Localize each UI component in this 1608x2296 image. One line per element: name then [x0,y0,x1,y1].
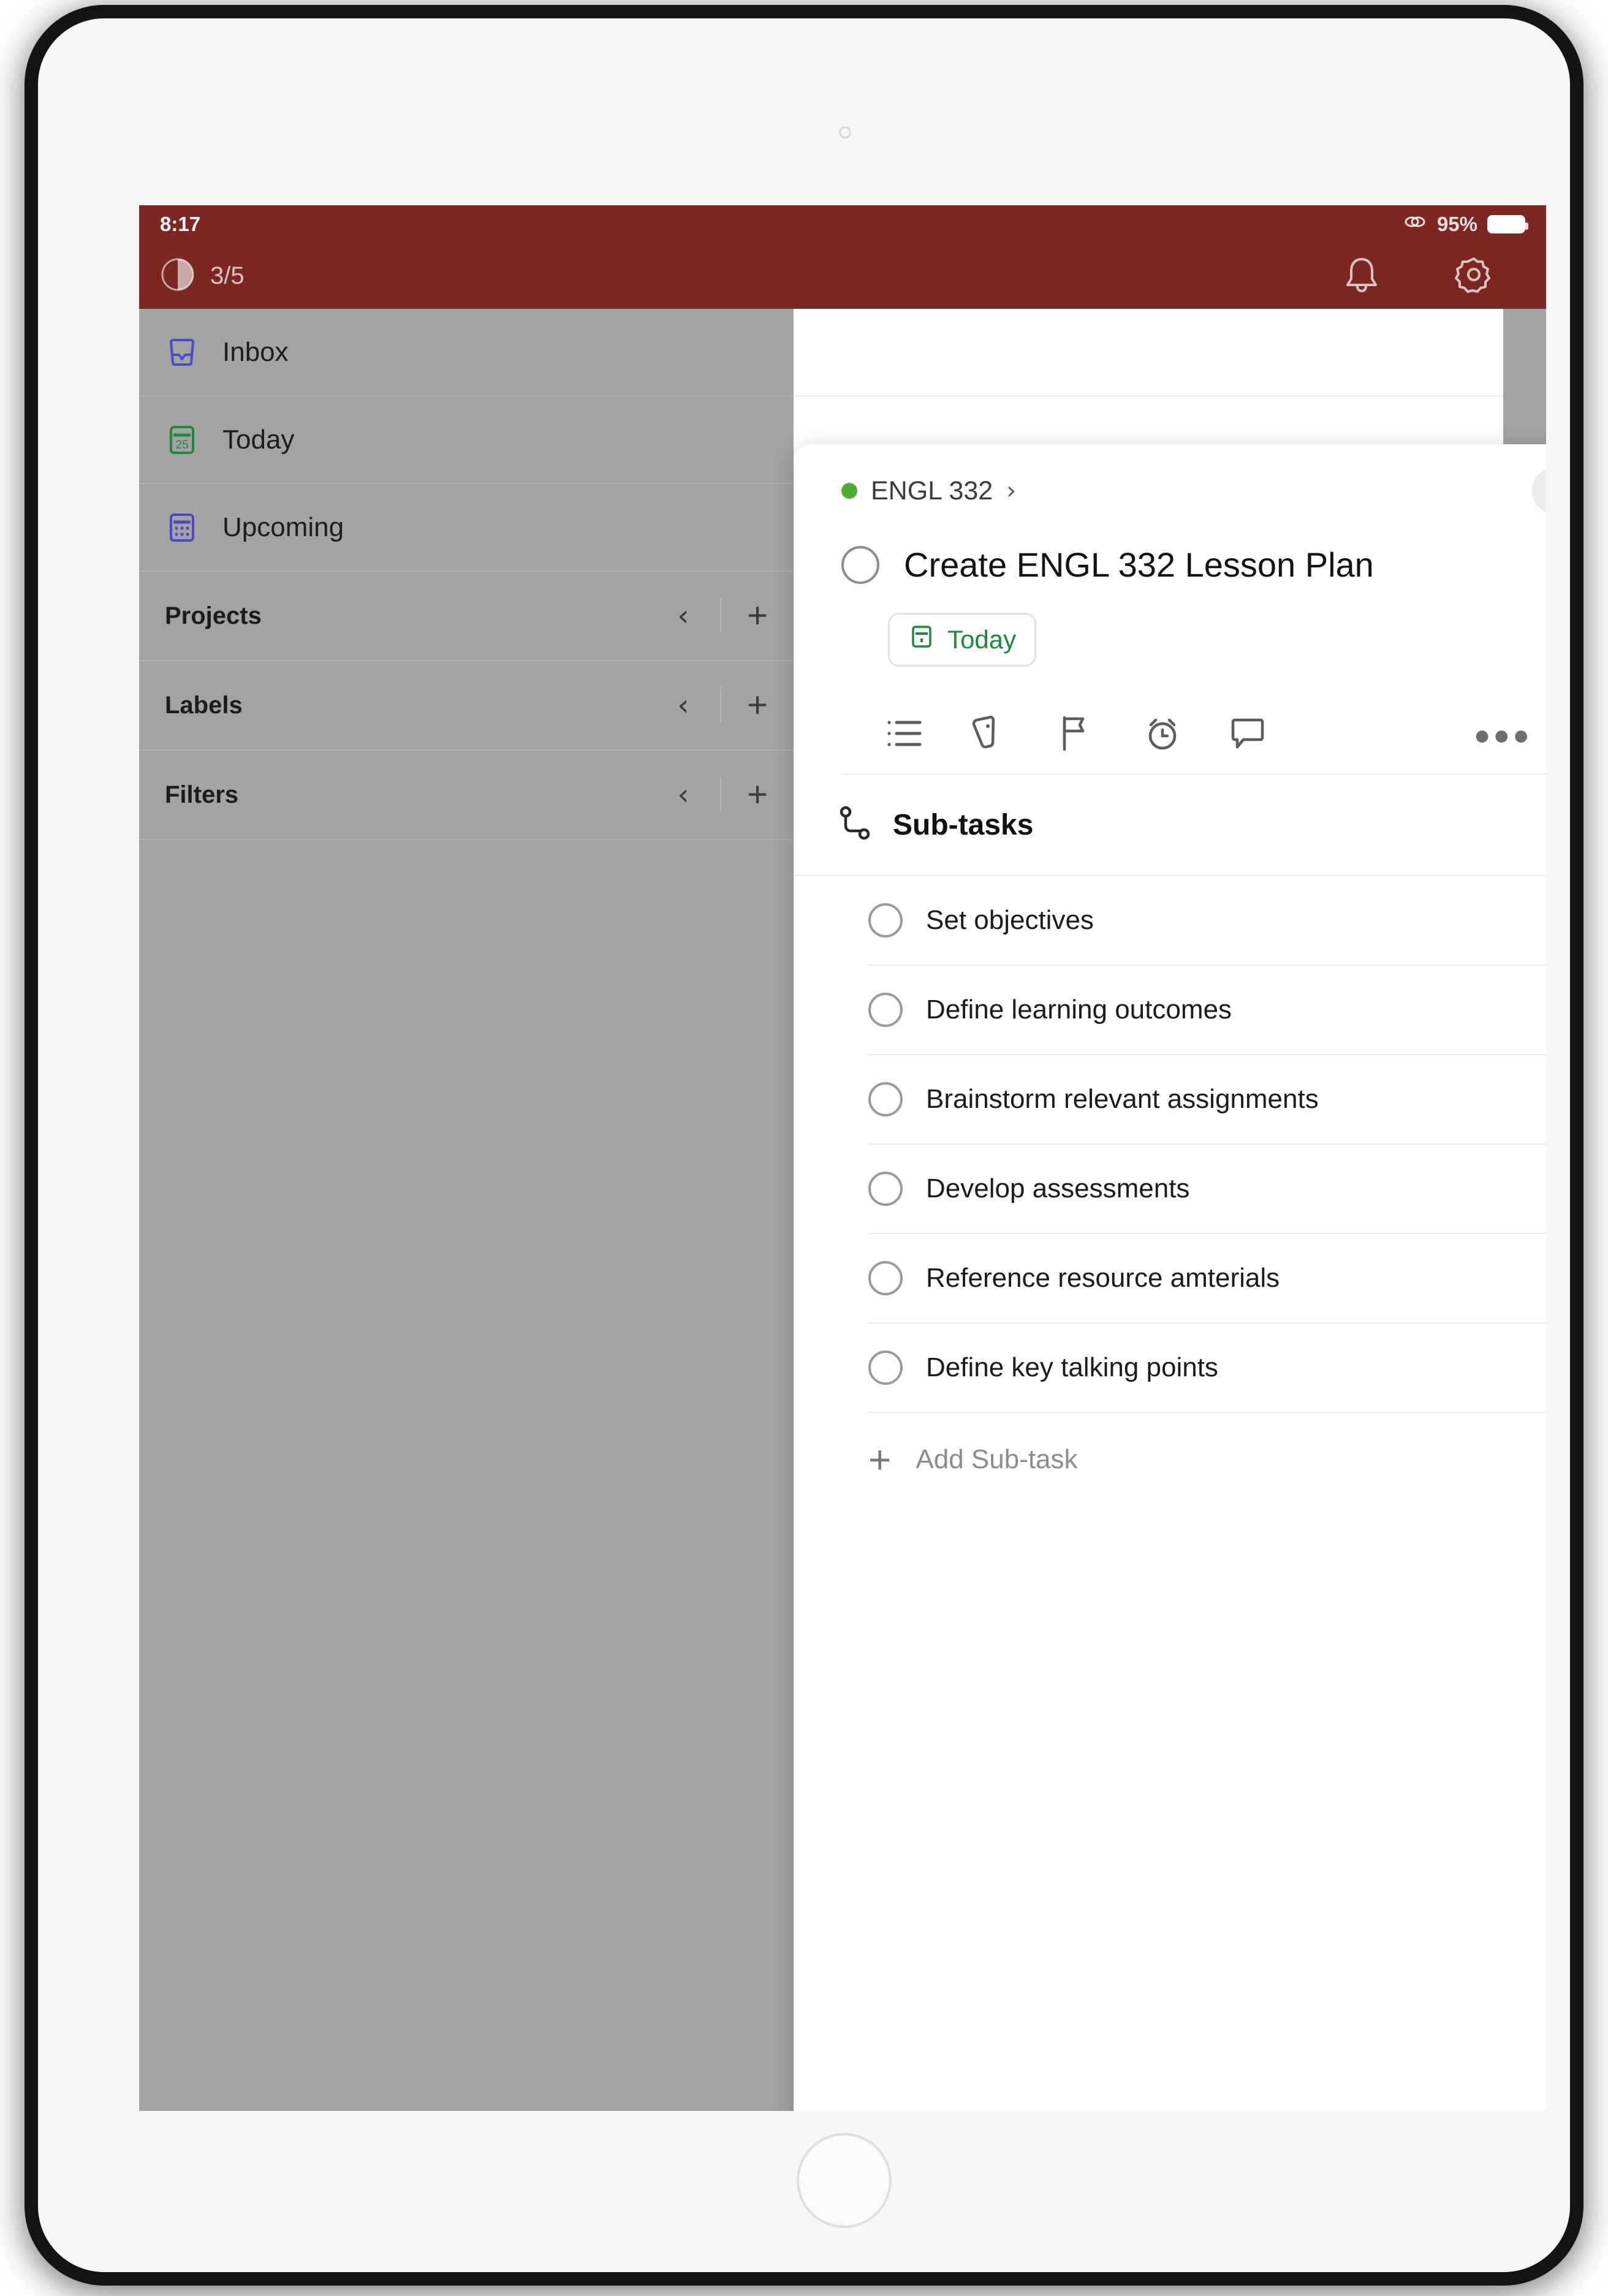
chevron-left-icon[interactable]: ‹ [647,778,720,812]
subtask-checkbox-icon[interactable] [868,1172,903,1206]
bell-icon[interactable] [1343,254,1381,298]
svg-text:25: 25 [175,439,188,452]
add-subtask-label: Add Sub-task [916,1444,1078,1474]
page-title: Create ENGL 332 Lesson Plan [904,545,1374,584]
sidebar-item-label: Today [222,424,295,455]
list-item[interactable]: Develop assessments [868,1145,1546,1234]
breadcrumb-project-name: ENGL 332 [871,475,993,506]
chevron-left-icon[interactable]: ‹ [647,599,720,633]
list-item[interactable]: Define learning outcomes [868,966,1546,1055]
inbox-icon [165,335,199,369]
subtask-label: Brainstorm relevant assignments [926,1084,1319,1114]
subtask-checkbox-icon[interactable] [868,1351,903,1385]
priority-flag-icon[interactable] [1057,714,1104,756]
add-subtask-button[interactable]: + Add Sub-task [868,1413,1546,1506]
battery-icon [1487,215,1528,233]
plus-icon: + [868,1438,892,1482]
gear-icon[interactable] [1454,255,1493,297]
subtask-list-icon[interactable] [886,715,932,755]
front-camera-icon [839,126,851,138]
sidebar-item-inbox[interactable]: Inbox [139,309,794,396]
subtask-label: Define key talking points [926,1352,1218,1382]
close-icon[interactable]: ✕ [1532,467,1546,515]
status-time: 8:17 [160,213,201,235]
subtasks-header: Sub-tasks [794,775,1546,876]
sidebar: Inbox 25 Today Upcoming Projects ‹ + Lab… [139,309,794,2111]
subtask-list: Set objectives Define learning outcomes … [794,876,1546,1506]
task-detail-modal: ENGL 332 › ✕ Create ENGL 332 Lesson Plan [794,444,1546,2111]
comment-icon[interactable] [1229,714,1275,756]
due-date-chip[interactable]: Today [888,613,1037,667]
list-item[interactable]: Reference resource amterials [868,1234,1546,1324]
sidebar-section-labels[interactable]: Labels ‹ + [139,661,794,751]
task-checkbox-icon[interactable] [841,545,879,584]
subtask-checkbox-icon[interactable] [868,1082,903,1116]
breadcrumb[interactable]: ENGL 332 › ✕ [841,444,1546,537]
more-options-icon[interactable]: ●●● [1474,718,1532,751]
sidebar-item-today[interactable]: 25 Today [139,396,794,484]
sidebar-item-label: Inbox [222,336,289,367]
sidebar-section-projects[interactable]: Projects ‹ + [139,572,794,661]
subtask-checkbox-icon[interactable] [868,993,903,1027]
progress-counter: 3/5 [210,262,245,289]
task-action-toolbar: ●●● [841,696,1546,775]
calendar-25-icon: 25 [165,423,199,457]
list-item[interactable]: Brainstorm relevant assignments [868,1055,1546,1145]
label-tag-icon[interactable] [971,714,1018,756]
project-color-dot [841,483,857,499]
chevron-left-icon[interactable]: ‹ [647,688,720,722]
subtasks-branch-icon [838,805,872,846]
subtask-checkbox-icon[interactable] [868,903,903,938]
app-top-bar: 3/5 [139,243,1546,309]
sidebar-section-label: Projects [165,602,262,629]
home-button[interactable] [797,2133,892,2228]
device-screen: 8:17 95% 3/5 Inbox 25 Today Upcoming Pro… [139,205,1546,2111]
sidebar-item-upcoming[interactable]: Upcoming [139,484,794,572]
chevron-right-icon: › [1006,477,1017,505]
list-item[interactable]: Set objectives [868,876,1546,966]
upcoming-calendar-icon [165,510,199,545]
subtask-label: Set objectives [926,905,1094,935]
subtasks-title: Sub-tasks [893,808,1034,841]
sidebar-section-label: Labels [165,691,243,719]
add-filter-button[interactable]: + [720,777,794,813]
task-title-row: Create ENGL 332 Lesson Plan [841,537,1546,596]
background-list-row [794,309,1546,396]
sidebar-item-label: Upcoming [222,512,344,542]
add-label-button[interactable]: + [720,688,794,723]
progress-circle-icon[interactable] [160,257,195,295]
tablet-device-frame: 8:17 95% 3/5 Inbox 25 Today Upcoming Pro… [38,18,1570,2272]
subtask-label: Define learning outcomes [926,995,1232,1025]
sidebar-section-label: Filters [165,781,239,808]
calendar-icon [908,623,935,656]
battery-percent: 95% [1436,213,1477,235]
status-bar: 8:17 95% [139,205,1546,243]
due-date-label: Today [947,625,1017,654]
subtask-checkbox-icon[interactable] [868,1261,903,1295]
add-project-button[interactable]: + [720,598,794,634]
list-item[interactable]: Define key talking points [868,1324,1546,1413]
subtask-label: Reference resource amterials [926,1263,1280,1293]
reminder-alarm-icon[interactable] [1143,714,1189,756]
sidebar-section-filters[interactable]: Filters ‹ + [139,751,794,840]
link-icon [1403,213,1427,236]
subtask-label: Develop assessments [926,1173,1190,1203]
